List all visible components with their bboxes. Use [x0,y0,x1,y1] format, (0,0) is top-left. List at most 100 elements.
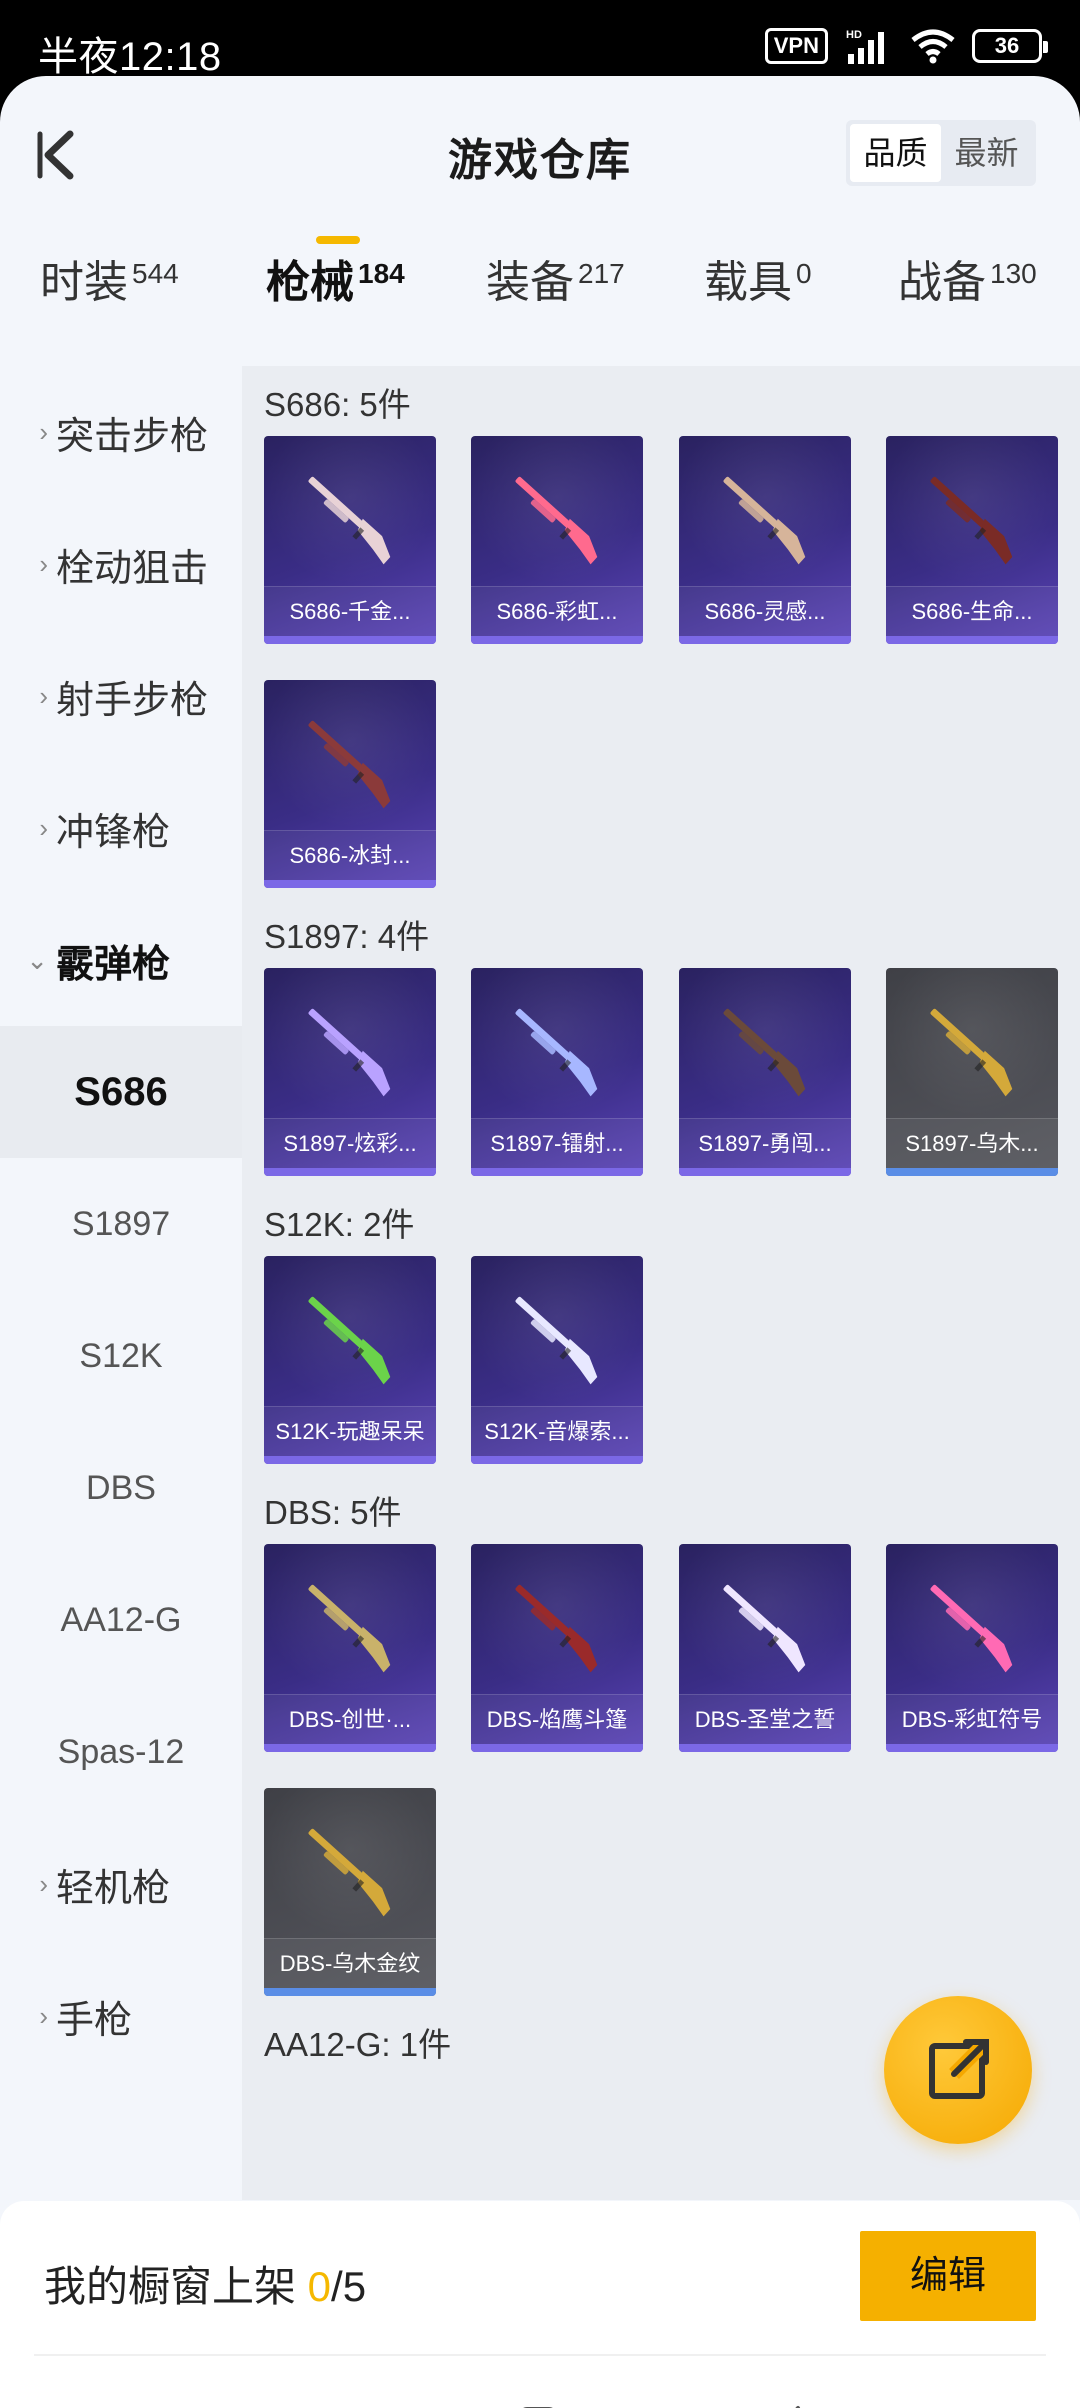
sidebar-item-lmgs[interactable]: › 轻机枪 [0,1818,242,1950]
skin-name: S1897-勇闯... [679,1118,851,1168]
skin-name: S686-灵感... [679,586,851,636]
skin-card[interactable]: S686-千金... [264,436,436,644]
sidebar-subitem-s1897[interactable]: S1897 [0,1158,242,1290]
edit-button[interactable]: 编辑 [860,2231,1036,2321]
sidebar-item-smgs[interactable]: › 冲锋枪 [0,762,242,894]
rarity-bar [471,1744,643,1752]
sidebar-subitem-aa12g[interactable]: AA12-G [0,1554,242,1686]
chevron-right-icon: › [39,2000,48,2031]
home-icon[interactable] [508,2396,568,2408]
shotgun-icon [308,1584,391,1673]
shotgun-icon [308,1008,391,1097]
skin-card[interactable]: S1897-炫彩... [264,968,436,1176]
rarity-bar [264,1744,436,1752]
shotgun-icon [723,1008,806,1097]
sort-quality-button[interactable]: 品质 [850,124,941,182]
share-button[interactable] [884,1996,1032,2144]
signal-icon: HD [846,29,884,64]
shotgun-icon [930,476,1013,565]
shotgun-icon [930,1008,1013,1097]
tab-vehicles[interactable]: 载具 0 [704,246,812,366]
showcase-total: /5 [331,2263,367,2310]
tab-guns[interactable]: 枪械 184 [266,246,405,366]
sidebar-subitem-s12k[interactable]: S12K [0,1290,242,1422]
sidebar-item-label: 冲锋枪 [56,811,171,854]
sidebar-item-label: 栓动狙击 [56,547,209,590]
chevron-right-icon: › [39,680,48,711]
rarity-bar [471,1456,643,1464]
showcase-bar: 我的橱窗上架 0/5 编辑 [0,2201,1080,2361]
tab-count: 217 [578,258,625,289]
back-nav-icon[interactable] [762,2396,822,2408]
skin-card[interactable]: S1897-乌木... [886,968,1058,1176]
sidebar-item-marksman-rifles[interactable]: › 射手步枪 [0,630,242,762]
skin-name: S12K-音爆索... [471,1406,643,1456]
sidebar-item-shotguns[interactable]: ⌄ 霰弹枪 [0,894,242,1026]
skin-card[interactable]: S12K-音爆索... [471,1256,643,1464]
rarity-bar [471,636,643,644]
wifi-icon [911,29,955,64]
skin-card[interactable]: DBS-乌木金纹 [264,1788,436,1996]
skin-name: S686-彩虹... [471,586,643,636]
share-icon [929,2039,989,2099]
skin-card[interactable]: S686-冰封... [264,680,436,888]
section-title: S686: 5件 [264,386,411,423]
app-window: 游戏仓库 品质 最新 时装 544 枪械 184 装备 217 载具 0 战备 130 ›… [0,76,1080,2408]
active-tab-indicator [316,236,360,244]
skin-card[interactable]: S12K-玩趣呆呆 [264,1256,436,1464]
skin-card[interactable]: S1897-勇闯... [679,968,851,1176]
section-title: S1897: 4件 [264,918,430,955]
sidebar-subitem-dbs[interactable]: DBS [0,1422,242,1554]
menu-icon[interactable] [256,2396,316,2408]
category-tabs: 时装 544 枪械 184 装备 217 载具 0 战备 130 [0,246,1080,366]
sidebar-item-label: 手枪 [56,1999,133,2042]
sidebar-item-assault-rifles[interactable]: › 突击步枪 [0,366,242,498]
sidebar-item-bolt-snipers[interactable]: › 栓动狙击 [0,498,242,630]
rarity-bar [471,1168,643,1176]
sidebar-subitem-s686[interactable]: S686 [0,1026,242,1158]
chevron-right-icon: › [39,416,48,447]
shotgun-icon [515,476,598,565]
tab-label: 时装 [40,258,128,307]
tab-battle-gear[interactable]: 战备 130 [898,246,1037,366]
showcase-status: 我的橱窗上架 0/5 [44,2253,366,2314]
vpn-icon: VPN [764,28,828,64]
rarity-bar [264,1168,436,1176]
tab-label: 枪械 [266,258,354,307]
status-time: 半夜12:18 [38,35,222,79]
skin-card[interactable]: S686-生命... [886,436,1058,644]
sidebar-item-pistols[interactable]: › 手枪 [0,1950,242,2082]
skin-card[interactable]: S686-彩虹... [471,436,643,644]
shotgun-icon [515,1296,598,1385]
skin-card[interactable]: DBS-创世·... [264,1544,436,1752]
skin-card[interactable]: DBS-焰鹰斗篷 [471,1544,643,1752]
skin-name: DBS-彩虹符号 [886,1694,1058,1744]
rarity-bar [264,1456,436,1464]
sidebar-item-label: 霰弹枪 [56,943,171,986]
sort-toggle: 品质 最新 [846,120,1036,186]
chevron-down-icon: ⌄ [26,944,48,975]
tab-equipment[interactable]: 装备 217 [486,246,625,366]
tab-label: 战备 [898,258,986,307]
skin-name: S12K-玩趣呆呆 [264,1406,436,1456]
skin-name: DBS-乌木金纹 [264,1938,436,1988]
tab-fashion[interactable]: 时装 544 [40,246,179,366]
skin-card[interactable]: S686-灵感... [679,436,851,644]
shotgun-icon [723,476,806,565]
shotgun-icon [515,1008,598,1097]
sidebar-subitem-spas12[interactable]: Spas-12 [0,1686,242,1818]
chevron-right-icon: › [39,548,48,579]
shotgun-icon [308,720,391,809]
skin-name: S1897-乌木... [886,1118,1058,1168]
rarity-bar [679,636,851,644]
skin-name: DBS-圣堂之誓 [679,1694,851,1744]
skin-name: S686-冰封... [264,830,436,880]
tab-count: 130 [990,258,1037,289]
item-grid-panel[interactable]: S686: 5件 S686-千金... S686-彩虹... S686-灵感... S6… [242,366,1080,2200]
sort-latest-button[interactable]: 最新 [941,124,1032,182]
skin-name: S686-千金... [264,586,436,636]
skin-card[interactable]: S1897-镭射... [471,968,643,1176]
skin-card[interactable]: DBS-圣堂之誓 [679,1544,851,1752]
rarity-bar [886,636,1058,644]
skin-card[interactable]: DBS-彩虹符号 [886,1544,1058,1752]
